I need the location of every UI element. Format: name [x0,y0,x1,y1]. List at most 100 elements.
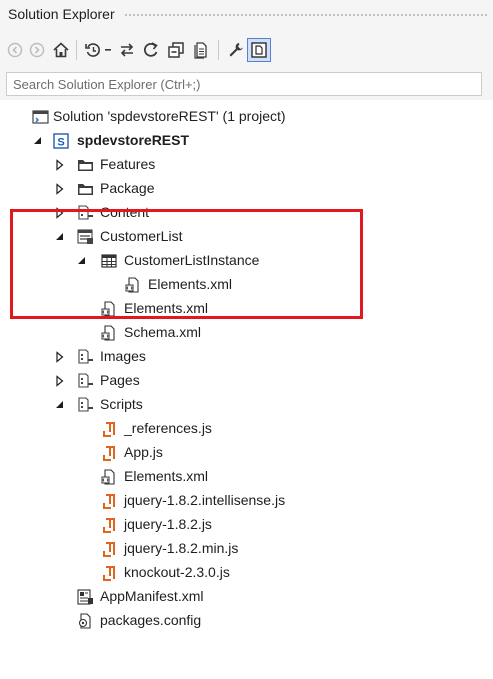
sync-button[interactable] [116,39,138,61]
tree-item-elements-xml[interactable]: Elements.xml [0,465,493,489]
js-file-icon [103,446,115,461]
sharepoint-project-icon: S [53,133,69,149]
expanded-arrow-icon[interactable] [54,230,66,244]
show-all-files-icon [194,42,207,59]
tree-item-knockout-js[interactable]: knockout-2.3.0.js [0,561,493,585]
collapsed-arrow-icon[interactable] [54,206,66,220]
show-all-files-button[interactable] [190,39,212,61]
tree-item-label: jquery-1.8.2.js [124,516,212,532]
toolbar-separator [76,40,77,60]
js-file-icon [103,422,115,437]
collapsed-arrow-icon[interactable] [54,158,66,172]
tree-item-label: AppManifest.xml [100,588,204,604]
list-icon [77,229,93,244]
tree-item-features[interactable]: Features [0,153,493,177]
wrench-icon [229,43,243,57]
tree-item-elements-xml[interactable]: Elements.xml [0,297,493,321]
tree-item-label: packages.config [100,612,202,628]
tree-item-label: jquery-1.8.2.intellisense.js [124,492,286,508]
collapsed-arrow-icon[interactable] [54,374,66,388]
app-manifest-icon [77,589,93,605]
preview-icon [251,42,267,58]
tree-item-elements-xml[interactable]: Elements.xml [0,273,493,297]
search-box[interactable] [6,72,482,96]
sync-icon [120,43,134,57]
tree-item-schema-xml[interactable]: Schema.xml [0,321,493,345]
preview-selected-items-button[interactable] [247,38,271,62]
tree-item-label: Package [100,180,155,196]
history-button[interactable] [82,39,104,61]
tree-item-packages-config[interactable]: packages.config [0,609,493,633]
collapsed-arrow-icon[interactable] [54,350,66,364]
tree-item-label: Elements.xml [124,468,209,484]
solution-icon [32,110,49,124]
tree-item-appmanifest-xml[interactable]: AppManifest.xml [0,585,493,609]
home-button[interactable] [50,39,72,61]
module-icon [78,205,93,220]
refresh-button[interactable] [140,39,162,61]
tree-item-label: _references.js [124,420,212,436]
tree-item-label: CustomerList [100,228,183,244]
tree-item-label: Elements.xml [148,276,233,292]
tree-item-images[interactable]: Images [0,345,493,369]
tree-item-jquery-js[interactable]: jquery-1.8.2.js [0,513,493,537]
js-file-icon [103,542,115,557]
tree-item-customerlistinstance[interactable]: CustomerListInstance [0,249,493,273]
tree-item-label: Images [100,348,146,364]
js-file-icon [103,566,115,581]
module-icon [78,349,93,364]
refresh-icon [144,42,158,57]
tree-item-content[interactable]: Content [0,201,493,225]
tree-item-label: jquery-1.8.2.min.js [124,540,239,556]
tree-item-scripts[interactable]: Scripts [0,393,493,417]
xml-file-icon [101,325,115,341]
tree-item-customerlist[interactable]: CustomerList [0,225,493,249]
tree-item-label: CustomerListInstance [124,252,260,268]
history-icon [85,43,100,57]
expanded-arrow-icon[interactable] [76,254,88,268]
tree-item-jquery-min-js[interactable]: jquery-1.8.2.min.js [0,537,493,561]
tree-item-label: Solution 'spdevstoreREST' (1 project) [53,108,286,124]
collapse-all-icon [168,42,184,58]
tree-item-project[interactable]: S spdevstoreREST [0,129,493,153]
tree-item-label: spdevstoreREST [77,132,190,148]
properties-button[interactable] [225,39,247,61]
tree-item-references-js[interactable]: _references.js [0,417,493,441]
tree-item-jquery-intellisense-js[interactable]: jquery-1.8.2.intellisense.js [0,489,493,513]
tree-item-label: Features [100,156,156,172]
collapse-all-button[interactable] [165,39,187,61]
back-icon [7,42,23,58]
tree-item-label: Elements.xml [124,300,209,316]
tree-item-solution[interactable]: Solution 'spdevstoreREST' (1 project) [0,105,493,129]
history-dropdown[interactable] [102,39,114,61]
forward-button[interactable] [26,39,48,61]
xml-file-icon [125,277,139,293]
xml-file-icon [101,469,115,485]
tree-item-label: Schema.xml [124,324,202,340]
tree-item-label: Pages [100,372,140,388]
expanded-arrow-icon[interactable] [32,134,44,148]
tree-item-label: knockout-2.3.0.js [124,564,230,580]
tree-item-package[interactable]: Package [0,177,493,201]
xml-file-icon [101,301,115,317]
module-icon [78,373,93,388]
title-bar: Solution Explorer [0,0,493,30]
collapsed-arrow-icon[interactable] [54,182,66,196]
title-grip[interactable] [124,13,487,18]
solution-explorer-panel: Solution Explorer Search Solution Explor… [0,0,493,679]
search-input[interactable] [7,73,481,95]
module-icon [78,397,93,412]
dropdown-dash-icon [105,49,111,51]
list-instance-icon [101,254,117,268]
toolbar-separator [218,40,219,60]
back-button[interactable] [4,39,26,61]
tree-item-label: Content [100,204,150,220]
js-file-icon [103,494,115,509]
folder-icon [78,184,93,195]
folder-icon [78,160,93,171]
tree-item-app-js[interactable]: App.js [0,441,493,465]
expanded-arrow-icon[interactable] [54,398,66,412]
solution-tree: Solution 'spdevstoreREST' (1 project) S … [0,100,493,679]
tree-item-pages[interactable]: Pages [0,369,493,393]
forward-icon [29,42,45,58]
